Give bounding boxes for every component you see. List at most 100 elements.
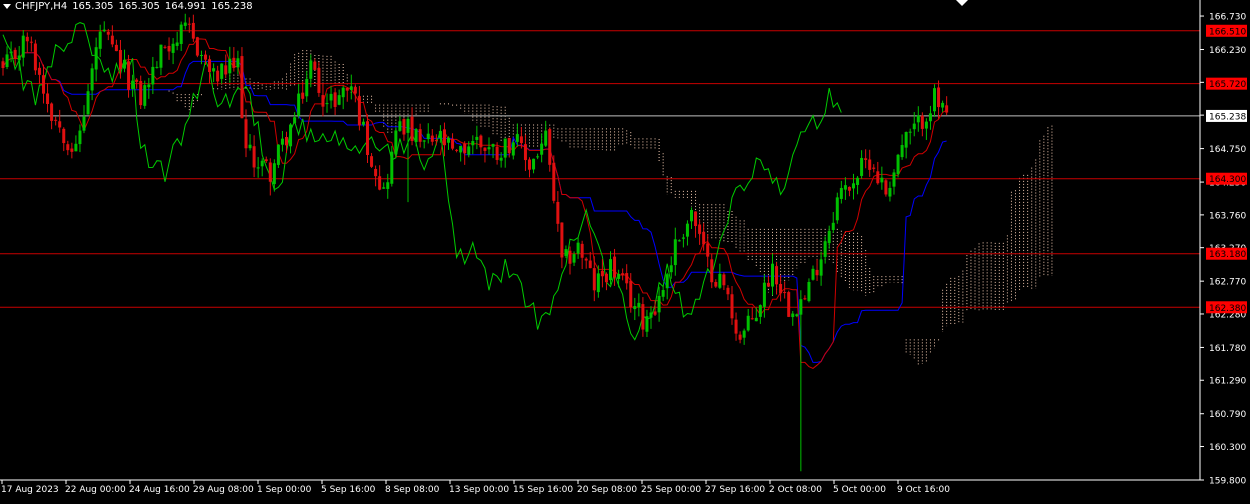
candle-body (884, 180, 888, 195)
candle-body (86, 91, 90, 115)
candle (341, 85, 345, 110)
candle (398, 116, 402, 132)
candle-body (503, 138, 507, 158)
candle-body (232, 57, 236, 68)
candle-body (665, 274, 669, 289)
candle-body (511, 142, 515, 156)
candle-body (600, 270, 604, 277)
candle (523, 134, 527, 172)
candle (819, 251, 823, 286)
candle-body (823, 241, 827, 257)
candle-body (560, 222, 564, 258)
candle-body (260, 160, 264, 167)
candle (633, 297, 637, 321)
price-tick-label: 161.290 (1209, 377, 1246, 387)
candle-body (621, 273, 625, 276)
candle-body (264, 159, 268, 162)
candle-body (370, 156, 374, 167)
candle-body (779, 283, 783, 294)
candle-body (114, 44, 118, 52)
candle-body (807, 281, 811, 302)
candle-body (811, 268, 815, 280)
candle (657, 286, 661, 322)
candle (673, 227, 677, 276)
candle (714, 279, 718, 288)
time-tick-label: 27 Sep 16:00 (705, 485, 765, 495)
candle-body (734, 319, 738, 334)
candle (540, 133, 544, 163)
candle-body (297, 93, 301, 116)
price-tick-label: 166.730 (1209, 13, 1246, 23)
candle (167, 37, 171, 60)
candle (916, 106, 920, 132)
candle (766, 275, 770, 287)
time-tick-label: 2 Oct 08:00 (769, 485, 822, 495)
candle-body (580, 243, 584, 258)
candle-body (896, 154, 900, 175)
candle (54, 116, 58, 126)
candle-body (361, 121, 365, 125)
candle-body (410, 116, 414, 141)
chart-shift-marker-icon[interactable] (956, 0, 968, 6)
time-tick-label: 22 Aug 00:00 (65, 485, 126, 495)
candle (706, 234, 710, 268)
candle-body (483, 147, 487, 151)
candle-body (106, 31, 110, 35)
candle-body (78, 130, 82, 145)
high-value: 165.305 (118, 1, 160, 12)
candle-body (937, 87, 941, 108)
candle-body (908, 131, 912, 133)
candle-body (649, 312, 653, 318)
candle-body (29, 41, 33, 43)
candle (98, 24, 102, 57)
candle-body (536, 156, 540, 158)
time-tick-label: 13 Sep 00:00 (449, 485, 509, 495)
candle (503, 138, 507, 168)
candle-body (661, 290, 665, 297)
candle (422, 140, 426, 149)
candle (888, 181, 892, 202)
candle-body (82, 116, 86, 131)
candle (908, 128, 912, 145)
candle-body (357, 96, 361, 126)
candle-body (916, 115, 920, 123)
candle (596, 265, 600, 298)
candle (880, 166, 884, 190)
candle-body (386, 182, 390, 189)
candle (471, 135, 475, 155)
candle-body (588, 260, 592, 269)
candle-body (240, 56, 244, 119)
candle-body (843, 185, 847, 190)
candle (70, 142, 74, 159)
candle-body (118, 49, 122, 70)
candle (945, 96, 949, 116)
candle-body (341, 87, 345, 98)
candle (941, 100, 945, 113)
price-tick-label: 159.800 (1209, 477, 1246, 487)
candle (220, 63, 224, 84)
candle (665, 272, 669, 300)
candle (58, 109, 62, 133)
candle-body (941, 102, 945, 108)
candle (451, 133, 455, 151)
candle (560, 222, 564, 269)
candle-body (868, 159, 872, 170)
candle-body (418, 129, 422, 142)
candle-body (268, 162, 272, 182)
candle (661, 285, 665, 302)
dropdown-triangle-icon[interactable] (3, 3, 11, 9)
price-chart[interactable]: 166.730166.230165.740165.250164.750164.2… (0, 0, 1250, 500)
candle-body (54, 119, 58, 121)
candle (139, 75, 143, 109)
candle-body (374, 168, 378, 177)
candle (297, 83, 301, 119)
candle (349, 74, 353, 100)
candle (25, 32, 29, 53)
candle (722, 272, 726, 291)
candle (779, 275, 783, 302)
candle (329, 86, 333, 109)
price-tick-label: 161.780 (1209, 344, 1246, 354)
candle-body (398, 121, 402, 131)
candle-body (722, 274, 726, 286)
candle-body (66, 144, 70, 151)
